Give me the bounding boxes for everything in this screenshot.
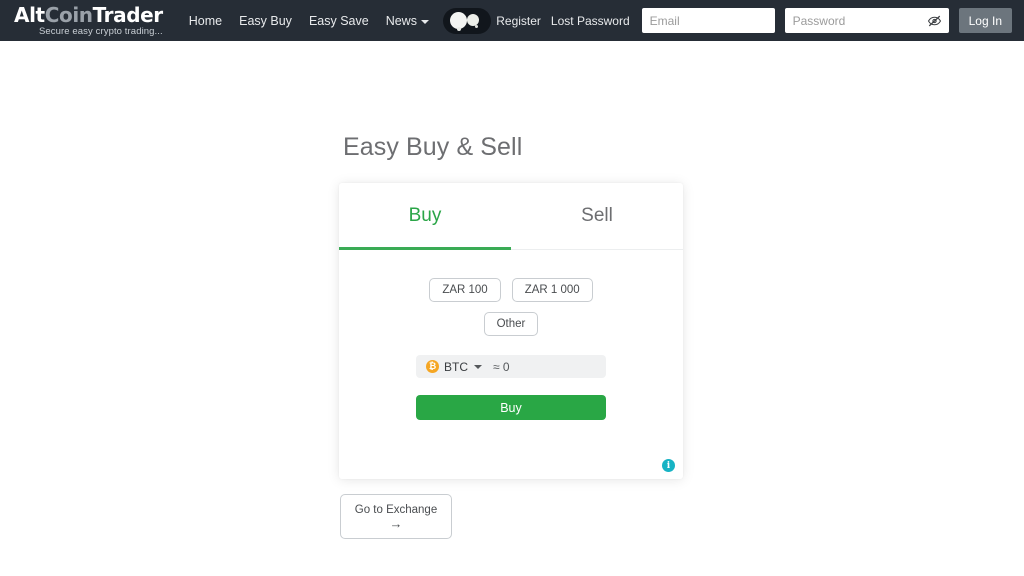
page-title: Easy Buy & Sell [343, 133, 523, 161]
buy-sell-tabs: Buy Sell [339, 183, 683, 250]
eye-slash-icon[interactable] [927, 13, 942, 28]
email-field[interactable] [641, 8, 775, 33]
header-auth-area: Register Lost Password Log In [496, 8, 1012, 33]
chevron-down-icon [420, 19, 429, 24]
amount-options-row-2: Other [483, 312, 539, 336]
nav-item-easy-buy[interactable]: Easy Buy [239, 14, 292, 28]
amount-option-zar-100[interactable]: ZAR 100 [429, 278, 501, 302]
logo-part-trader: Trader [92, 3, 164, 28]
nav-item-news-label: News [385, 13, 417, 28]
nav-item-home[interactable]: Home [189, 14, 222, 28]
amount-option-zar-1000[interactable]: ZAR 1 000 [511, 278, 593, 302]
site-header: AltCoinTrader Secure easy crypto trading… [0, 0, 1024, 41]
chevron-down-icon [474, 364, 482, 369]
mascot-shape-2 [466, 13, 479, 26]
card-body: ZAR 100 ZAR 1 000 Other ₿ BTC ≈ 0 Buy [339, 250, 683, 420]
brand-tagline: Secure easy crypto trading... [38, 26, 163, 38]
nav-item-easy-buy-label: Easy Buy [239, 13, 292, 28]
buy-submit-button[interactable]: Buy [416, 395, 606, 420]
logo-wordmark: AltCoinTrader [14, 5, 163, 25]
go-to-exchange-button[interactable]: Go to Exchange → [340, 494, 452, 539]
go-to-exchange-label: Go to Exchange [354, 503, 438, 516]
easy-buy-sell-card: Buy Sell ZAR 100 ZAR 1 000 Other ₿ BTC ≈… [339, 183, 683, 479]
coin-selector[interactable]: ₿ BTC ≈ 0 [416, 355, 606, 378]
coin-approx-value: ≈ 0 [493, 359, 510, 374]
amount-options-row-1: ZAR 100 ZAR 1 000 [429, 278, 593, 302]
mascot-shape-1 [449, 11, 467, 29]
arrow-right-icon: → [389, 515, 403, 531]
coin-selector-symbol: BTC [444, 359, 468, 374]
main-navigation: Home Easy Buy Easy Save News [189, 14, 429, 28]
mascot-shape-4 [474, 24, 478, 28]
register-link[interactable]: Register [496, 14, 541, 28]
lost-password-link[interactable]: Lost Password [551, 14, 630, 28]
mascot-icon [442, 7, 491, 34]
tab-buy[interactable]: Buy [339, 183, 511, 250]
login-button[interactable]: Log In [958, 8, 1012, 33]
nav-item-news[interactable]: News [386, 14, 429, 28]
main-content: Easy Buy & Sell Buy Sell ZAR 100 ZAR 1 0… [0, 41, 1024, 576]
bitcoin-icon: ₿ [426, 360, 439, 373]
tab-sell[interactable]: Sell [511, 183, 683, 249]
password-field[interactable] [784, 8, 949, 33]
logo-part-coin: Coin [44, 3, 93, 28]
info-icon[interactable]: i [662, 459, 675, 472]
password-field-wrapper [784, 8, 949, 33]
nav-item-home-label: Home [188, 13, 223, 28]
brand-logo[interactable]: AltCoinTrader Secure easy crypto trading… [14, 4, 163, 37]
amount-option-other[interactable]: Other [483, 312, 539, 336]
nav-item-easy-save[interactable]: Easy Save [309, 14, 369, 28]
nav-item-easy-save-label: Easy Save [308, 13, 369, 28]
mascot-shape-3 [456, 26, 461, 31]
logo-part-alt: Alt [14, 3, 45, 28]
